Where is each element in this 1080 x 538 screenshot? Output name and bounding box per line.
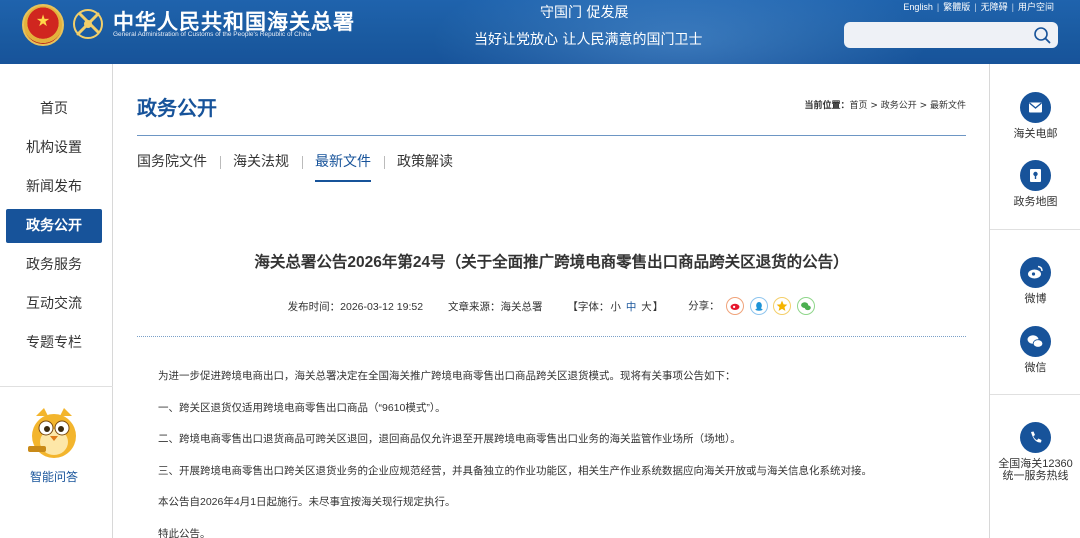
hotline-label-line2: 统一服务热线 <box>1002 470 1069 482</box>
customs-email-label: 海关电邮 <box>1013 128 1058 140</box>
right-divider-2 <box>990 394 1080 395</box>
nav-item-news[interactable]: 新闻发布 <box>6 170 102 204</box>
paragraph: 特此公告。 <box>158 527 211 538</box>
mail-icon <box>1020 92 1051 123</box>
ai-mascot-icon[interactable] <box>24 402 84 462</box>
article-title: 海关总署公告2026年第24号（关于全面推广跨境电商零售出口商品跨关区退货的公告… <box>254 254 849 271</box>
font-label-close: 】 <box>652 300 664 313</box>
weibo-icon <box>1020 257 1051 288</box>
right-sidebar: 海关电邮 政务地图 微博 微信 全国海关12360 统一服务热线 <box>989 64 1080 538</box>
article-source: 文章来源：海关总署 <box>447 300 543 313</box>
site-header: ★ 中华人民共和国海关总署 General Administration of … <box>0 0 1080 64</box>
nav-item-services[interactable]: 政务服务 <box>6 248 102 282</box>
link-user-space[interactable]: 用户空间 <box>1018 2 1054 12</box>
nav-item-gov-affairs[interactable]: 政务公开 <box>6 209 102 243</box>
title-rule <box>137 135 966 136</box>
page-title: 政务公开 <box>137 96 217 120</box>
tab-latest-documents[interactable]: 最新文件 <box>302 152 384 182</box>
top-links: English | 繁體版 | 无障碍 | 用户空间 <box>903 2 1054 12</box>
weibo-label: 微博 <box>1024 293 1047 305</box>
section-tabs: 国务院文件 海关法规 最新文件 政策解读 <box>137 151 466 182</box>
font-label: 【字体： <box>567 300 610 313</box>
gov-map-item[interactable]: 政务地图 <box>990 160 1080 208</box>
paragraph: 一、跨关区退货仅适用跨境电商零售出口商品（“9610模式”）。 <box>158 401 446 414</box>
font-size-control: 【字体：小 中 大】 <box>567 299 663 314</box>
search-box <box>844 22 1058 48</box>
weibo-item[interactable]: 微博 <box>990 257 1080 305</box>
wechat-label: 微信 <box>1024 362 1047 374</box>
nav-item-home[interactable]: 首页 <box>6 92 102 126</box>
nav-item-topics[interactable]: 专题专栏 <box>6 326 102 360</box>
paragraph: 二、跨境电商零售出口退货商品可跨关区退回，退回商品仅允许退至开展跨境电商零售出口… <box>158 433 741 445</box>
link-english[interactable]: English <box>903 2 933 12</box>
slogan-top: 守国门 促发展 <box>540 5 629 21</box>
main-content: 政务公开 当前位置：首页 > 政务公开 > 最新文件 国务院文件 海关法规 最新文件… <box>114 64 989 538</box>
tab-policy-interpretation[interactable]: 政策解读 <box>384 152 466 176</box>
font-medium-button[interactable]: 中 <box>626 301 637 313</box>
share-bar: 分享： <box>688 297 816 315</box>
article-body: 为进一步促进跨境电商出口，海关总署决定在全国海关推广跨境电商零售出口商品跨关区退… <box>158 368 958 538</box>
meta-divider <box>137 336 966 337</box>
share-qzone-icon[interactable] <box>773 297 792 315</box>
breadcrumb-label: 当前位置： <box>804 101 850 111</box>
wechat-item[interactable]: 微信 <box>990 326 1080 374</box>
wechat-icon <box>1020 326 1051 357</box>
breadcrumb-path[interactable]: 首页 > 政务公开 > 最新文件 <box>849 101 966 111</box>
customs-logo-icon <box>73 9 103 39</box>
share-weibo-icon[interactable] <box>725 297 744 315</box>
paragraph: 本公告自2026年4月1日起施行。未尽事宜按海关现行规定执行。 <box>158 496 456 508</box>
search-icon[interactable] <box>1032 25 1052 45</box>
share-label: 分享： <box>688 299 720 312</box>
slogan-bottom: 当好让党放心 让人民满意的国门卫士 <box>474 32 703 48</box>
publish-time: 发布时间：2026-03-12 19:52 <box>287 300 424 313</box>
paragraph: 为进一步促进跨境电商出口，海关总署决定在全国海关推广跨境电商零售出口商品跨关区退… <box>158 370 736 382</box>
link-accessibility[interactable]: 无障碍 <box>981 2 1008 12</box>
breadcrumb: 当前位置：首页 > 政务公开 > 最新文件 <box>804 98 966 111</box>
site-subtitle: General Administration of Customs of the… <box>113 31 312 38</box>
link-traditional[interactable]: 繁體版 <box>943 2 970 12</box>
emblem-star-icon: ★ <box>35 11 51 30</box>
right-divider-1 <box>990 229 1080 230</box>
search-input[interactable] <box>844 22 1024 48</box>
left-nav: 首页 机构设置 新闻发布 政务公开 政务服务 互动交流 专题专栏 智能问答 <box>0 64 113 538</box>
hotline-label-line1: 全国海关12360 <box>998 458 1073 470</box>
hotline-label: 全国海关12360 统一服务热线 <box>990 458 1080 482</box>
nav-divider <box>0 386 113 387</box>
hotline-item[interactable]: 全国海关12360 统一服务热线 <box>990 422 1080 482</box>
font-small-button[interactable]: 小 <box>610 301 621 313</box>
phone-icon <box>1020 422 1051 453</box>
tab-customs-regulations[interactable]: 海关法规 <box>220 152 302 176</box>
share-wechat-icon[interactable] <box>797 297 816 315</box>
paragraph: 三、开展跨境电商零售出口跨关区退货业务的企业应规范经营，并具备独立的作业功能区，… <box>158 464 872 477</box>
customs-email-item[interactable]: 海关电邮 <box>990 92 1080 140</box>
map-icon <box>1020 160 1051 191</box>
ai-qa-label[interactable]: 智能问答 <box>0 468 108 485</box>
article-meta: 发布时间：2026-03-12 19:52 文章来源：海关总署 【字体：小 中 … <box>137 297 966 315</box>
nav-item-interaction[interactable]: 互动交流 <box>6 287 102 321</box>
font-large-button[interactable]: 大 <box>641 301 652 313</box>
gov-map-label: 政务地图 <box>1013 196 1058 208</box>
tab-state-council[interactable]: 国务院文件 <box>137 152 220 176</box>
nav-item-organization[interactable]: 机构设置 <box>6 131 102 165</box>
share-qq-icon[interactable] <box>749 297 768 315</box>
